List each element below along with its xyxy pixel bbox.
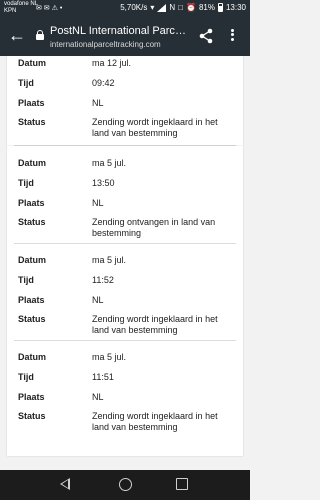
- place-label: Plaats: [18, 98, 45, 108]
- date-value: ma 5 jul.: [92, 255, 127, 265]
- date-value: ma 5 jul.: [92, 158, 127, 168]
- alarm-icon: ⏰: [185, 3, 196, 12]
- time-label: Tijd: [18, 372, 34, 382]
- status-value: Zending wordt ingeklaard in het land van…: [92, 314, 218, 335]
- share-icon[interactable]: [198, 28, 214, 44]
- system-nav-bar: [0, 470, 250, 500]
- place-value: NL: [92, 295, 104, 305]
- browser-app-bar: ← PostNL International Parcel ... intern…: [0, 18, 250, 56]
- carrier-primary: vodafone NL: [4, 1, 39, 7]
- date-label: Datum: [18, 158, 47, 168]
- tracking-card: Datum ma 12 jul. Tijd 09:42 Plaats NL St…: [7, 56, 243, 146]
- status-value: Zending wordt ingeklaard in het land van…: [92, 411, 218, 432]
- status-value: Zending wordt ingeklaard in het land van…: [92, 117, 218, 138]
- battery-icon: [217, 3, 223, 12]
- place-value: NL: [92, 198, 104, 208]
- lock-icon: [36, 30, 44, 40]
- carrier-secondary: KPN: [4, 8, 17, 14]
- nav-home-icon[interactable]: [119, 478, 132, 491]
- battery-percent: 81%: [198, 3, 215, 12]
- place-label: Plaats: [18, 295, 45, 305]
- date-label: Datum: [18, 58, 47, 68]
- time-value: 11:52: [92, 275, 114, 285]
- tracking-content[interactable]: Datum ma 12 jul. Tijd 09:42 Plaats NL St…: [0, 56, 250, 470]
- status-label: Status: [18, 117, 46, 127]
- back-arrow-icon[interactable]: ←: [8, 26, 26, 44]
- nfc-icon: N: [169, 3, 176, 12]
- time-value: 13:50: [92, 178, 115, 188]
- time-label: Tijd: [18, 78, 34, 88]
- time-value: 09:42: [92, 78, 115, 88]
- vibrate-icon: □: [178, 3, 183, 12]
- tracking-card-lower: Datum ma 5 jul. Tijd 13:50 Plaats NL Sta…: [7, 146, 243, 456]
- place-label: Plaats: [18, 392, 45, 402]
- status-value: Zending ontvangen in land van bestemming: [92, 217, 216, 238]
- page-title[interactable]: PostNL International Parcel ...: [50, 25, 190, 37]
- place-value: NL: [92, 98, 104, 108]
- notification-icons: ✉ ✉ ⚠ •: [36, 5, 63, 12]
- clock: 13:30: [225, 3, 246, 12]
- time-value: 11:51: [92, 372, 114, 382]
- date-label: Datum: [18, 255, 47, 265]
- date-value: ma 12 jul.: [92, 58, 132, 68]
- overflow-menu-icon[interactable]: [229, 27, 235, 45]
- wifi-icon: ▾: [150, 3, 155, 12]
- status-label: Status: [18, 217, 46, 227]
- status-label: Status: [18, 314, 46, 324]
- status-label: Status: [18, 411, 46, 421]
- place-label: Plaats: [18, 198, 45, 208]
- nav-recents-icon[interactable]: [176, 478, 188, 490]
- time-label: Tijd: [18, 178, 34, 188]
- event-divider: [14, 340, 236, 341]
- page-url[interactable]: internationalparceltracking.com: [50, 40, 161, 49]
- status-bar: vodafone NL KPN ✉ ✉ ⚠ • 5,70K/s ▾ N □ ⏰ …: [0, 0, 250, 18]
- carrier-info: vodafone NL KPN: [4, 1, 38, 15]
- nav-back-icon[interactable]: [60, 478, 70, 490]
- date-label: Datum: [18, 352, 47, 362]
- status-right: 5,70K/s ▾ N □ ⏰ 81% 13:30: [120, 3, 246, 12]
- net-speed: 5,70K/s: [120, 3, 148, 12]
- time-label: Tijd: [18, 275, 34, 285]
- event-divider: [14, 243, 236, 244]
- place-value: NL: [92, 392, 104, 402]
- signal-icon: [157, 3, 167, 12]
- date-value: ma 5 jul.: [92, 352, 127, 362]
